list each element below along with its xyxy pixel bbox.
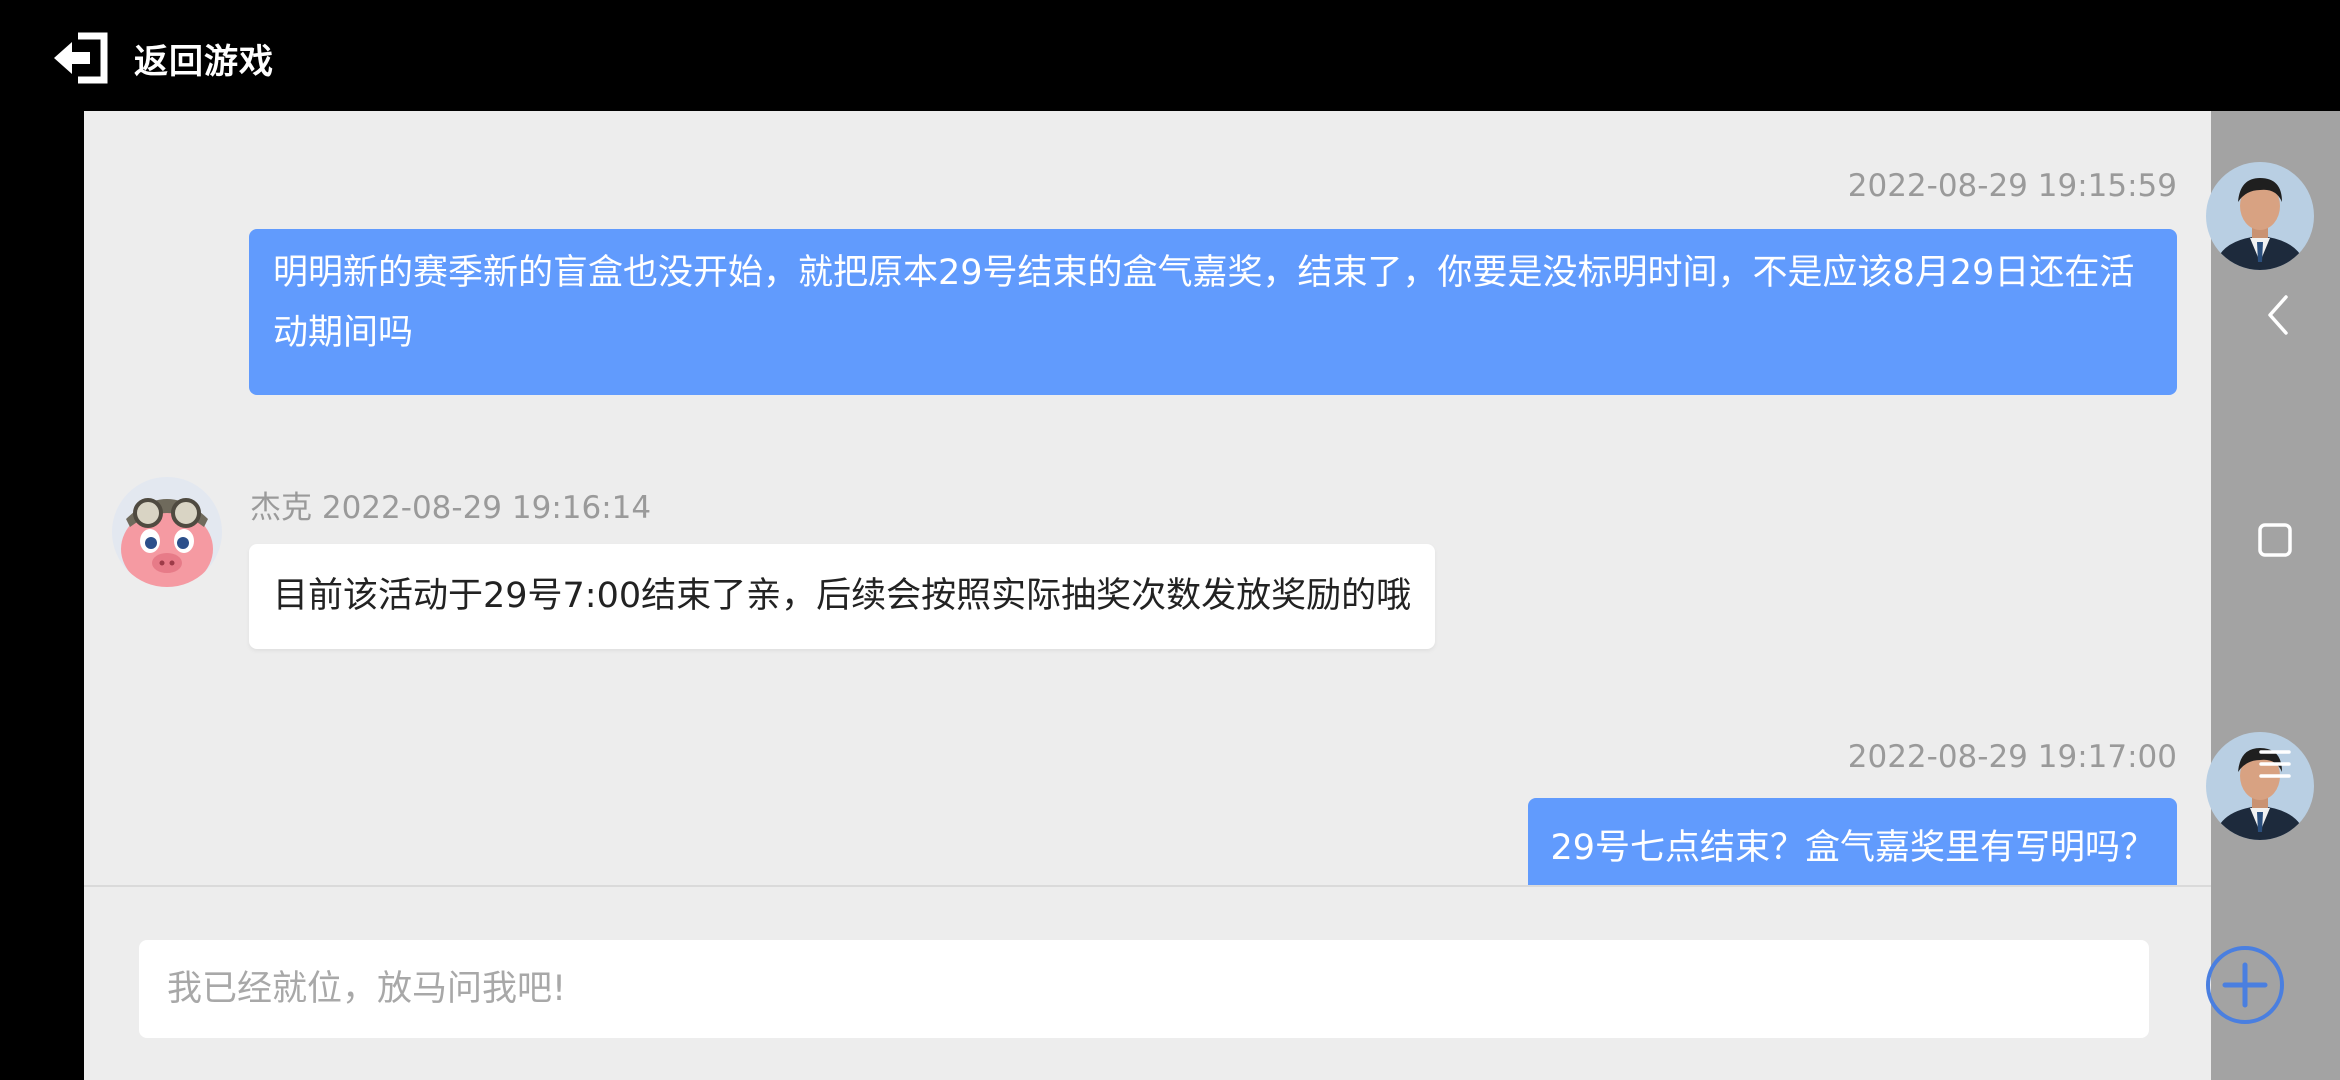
message-timestamp: 2022-08-29 19:15:59 (1847, 168, 2177, 204)
input-divider (84, 885, 2211, 887)
menu-icon[interactable] (2258, 747, 2292, 781)
agent-avatar (112, 477, 222, 587)
add-button[interactable] (2205, 945, 2285, 1025)
top-bar: 返回游戏 (0, 0, 2340, 111)
user-message-bubble[interactable]: 29号七点结束？盒气嘉奖里有写明吗？ (1528, 798, 2177, 885)
agent-message-bubble[interactable]: 目前该活动于29号7:00结束了亲，后续会按照实际抽奖次数发放奖励的哦 (249, 544, 1436, 649)
message-timestamp: 2022-08-29 19:17:00 (1847, 739, 2177, 775)
user-message-bubble[interactable]: 明明新的赛季新的盲盒也没开始，就把原本29号结束的盒气嘉奖，结束了，你要是没标明… (249, 229, 2177, 395)
user-avatar (2206, 162, 2314, 270)
exit-arrow-icon (54, 32, 108, 84)
chat-panel: 2022-08-29 19:15:59 明明新的赛季新的盲盒也没开始，就把原本2… (84, 111, 2211, 1080)
message-input[interactable] (139, 940, 2149, 1038)
square-icon[interactable] (2257, 522, 2293, 558)
chevron-left-icon[interactable] (2262, 293, 2294, 337)
back-to-game-label: 返回游戏 (134, 41, 274, 82)
message-list[interactable]: 2022-08-29 19:15:59 明明新的赛季新的盲盒也没开始，就把原本2… (84, 111, 2211, 885)
back-to-game-button[interactable]: 返回游戏 (50, 28, 274, 88)
agent-name-timestamp: 杰克 2022-08-29 19:16:14 (250, 490, 652, 526)
